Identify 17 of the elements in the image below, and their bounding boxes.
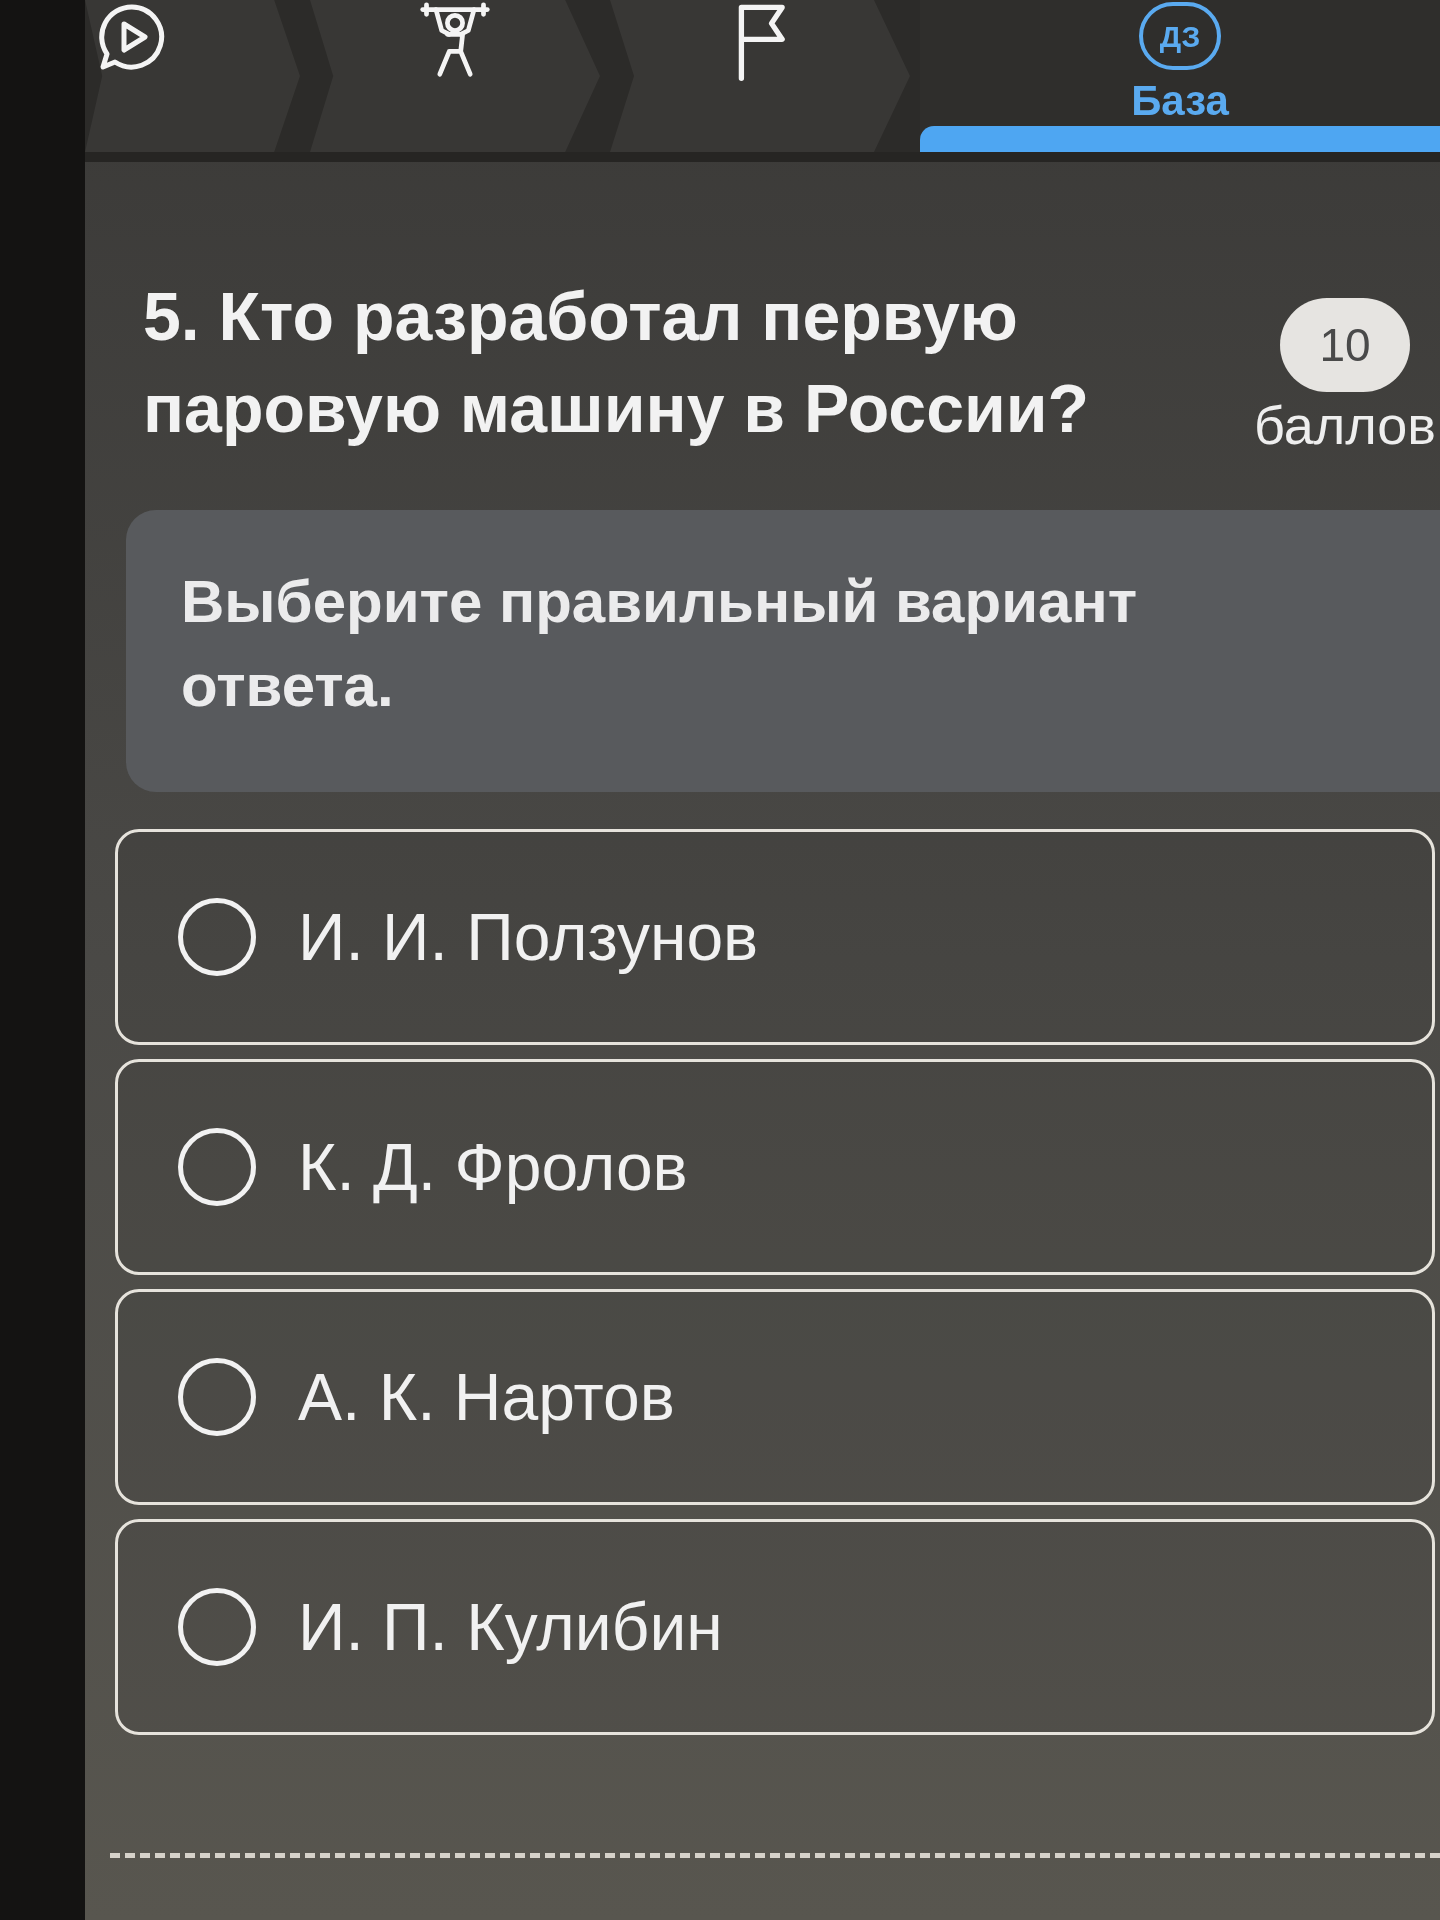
- radio-button[interactable]: [178, 898, 256, 976]
- answer-option[interactable]: К. Д. Фролов: [115, 1059, 1435, 1275]
- tab[interactable]: [85, 0, 300, 152]
- instruction-text: Выберите правильный вариант ответа.: [181, 567, 1138, 721]
- answer-option[interactable]: И. И. Ползунов: [115, 829, 1435, 1045]
- weightlifter-icon: [417, 2, 493, 78]
- tab[interactable]: ДЗ База: [920, 0, 1440, 152]
- points-badge: 10: [1280, 298, 1410, 392]
- question-text: 5. Кто разработал первую паровую машину в России?: [143, 277, 1091, 448]
- answer-option[interactable]: А. К. Нартов: [115, 1289, 1435, 1505]
- radio-button[interactable]: [178, 1588, 256, 1666]
- answer-option[interactable]: И. П. Кулибин: [115, 1519, 1435, 1735]
- play-bubble-icon: [97, 2, 167, 72]
- circle-badge: ДЗ: [1139, 2, 1221, 70]
- points-label: баллов: [1253, 394, 1437, 457]
- radio-button[interactable]: [178, 1128, 256, 1206]
- radio-button[interactable]: [178, 1358, 256, 1436]
